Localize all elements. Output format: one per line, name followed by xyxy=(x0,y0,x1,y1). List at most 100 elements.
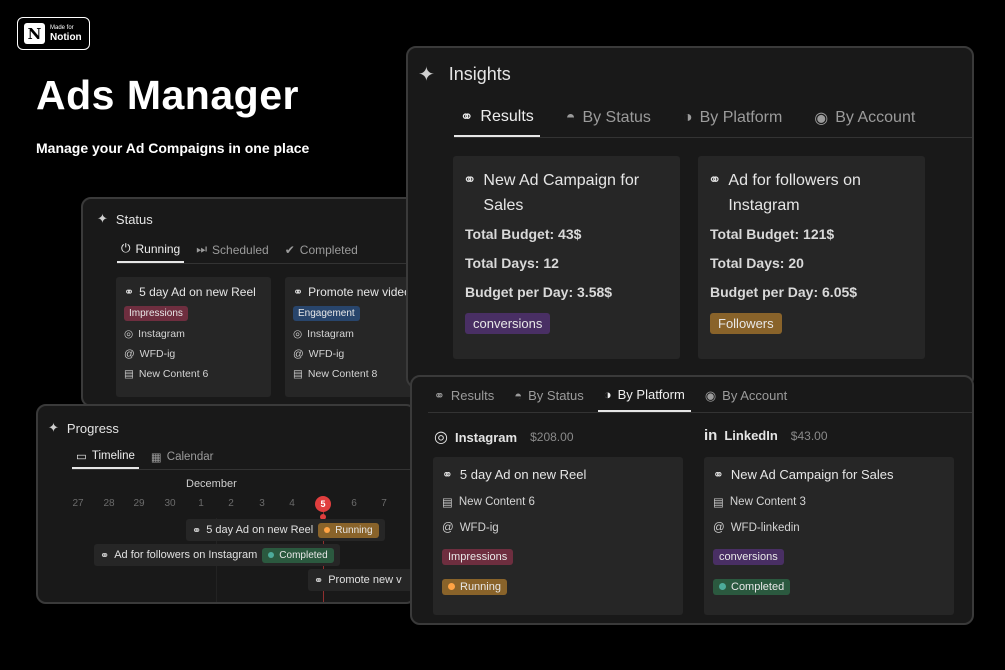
status-dot xyxy=(268,552,275,558)
content-label: New Content 6 xyxy=(458,496,535,508)
sparkle-icon: ✦ xyxy=(418,64,435,86)
status-dot xyxy=(448,583,455,590)
day-label: 30 xyxy=(164,498,176,509)
fast-forward-icon: ⏭ xyxy=(196,242,208,256)
platform-card[interactable]: ⚭ New Ad Campaign for Sales ▤ New Content … xyxy=(704,457,954,615)
tab-completed[interactable]: ✔ Completed xyxy=(281,236,362,263)
tab-by-status[interactable]: ◓ By Status xyxy=(560,98,657,137)
status-badge: Running xyxy=(318,522,379,538)
bar-title: Promote new v xyxy=(328,574,402,586)
tab-by-platform[interactable]: ◑ By Platform xyxy=(597,379,691,412)
platform-label: Instagram xyxy=(307,328,354,340)
timeline-bar[interactable]: ⚭ Promote new v xyxy=(308,569,414,591)
card-title: Ad for followers on Instagram xyxy=(728,172,861,214)
badge-line1: Made for xyxy=(50,24,74,31)
insight-card[interactable]: ⚭ Ad for followers on Instagram Total Bud… xyxy=(698,156,925,359)
status-card[interactable]: ⚭ 5 day Ad on new Reel Impressions ◎ Insta… xyxy=(116,277,271,397)
day-label: 2 xyxy=(228,498,234,509)
card-title: New Ad Campaign for Sales xyxy=(730,467,894,482)
day-label: 27 xyxy=(72,498,84,509)
instagram-icon: ◎ xyxy=(124,328,134,340)
status-title: Status xyxy=(115,211,153,227)
account-icon: ◉ xyxy=(814,109,829,127)
tab-label: By Account xyxy=(835,108,916,126)
tab-label: By Account xyxy=(722,388,788,403)
status-label: Running xyxy=(335,524,373,536)
content-label: New Content 8 xyxy=(307,368,378,380)
status-badge: Completed xyxy=(713,578,791,595)
group-name: LinkedIn xyxy=(724,428,778,443)
tab-by-account[interactable]: ◉ By Account xyxy=(699,379,793,412)
campaign-icon: ⚭ xyxy=(460,108,474,126)
page-title: Ads Manager xyxy=(36,72,299,118)
calendar-icon: ▦ xyxy=(150,451,162,464)
account-label: WFD-ig xyxy=(459,522,499,534)
day-label: 3 xyxy=(259,498,265,509)
timeline-bar[interactable]: ⚭ 5 day Ad on new Reel Running xyxy=(186,519,385,541)
day-label: 29 xyxy=(133,498,145,509)
content-label: New Content 3 xyxy=(729,496,806,508)
badge-line2: Notion xyxy=(50,31,82,43)
tab-label: Calendar xyxy=(166,450,214,463)
status-icon: ◓ xyxy=(514,388,523,403)
timeline-bar[interactable]: ⚭ Ad for followers on Instagram Complete… xyxy=(94,544,340,566)
made-for-notion-badge: N Made for Notion xyxy=(17,17,90,50)
day-label: 1 xyxy=(198,498,204,509)
tab-timeline[interactable]: ▭ Timeline xyxy=(72,444,139,469)
account-icon: ◉ xyxy=(704,387,717,403)
timeline-month: December xyxy=(186,478,237,490)
tab-label: Completed xyxy=(299,242,358,257)
tag-badge: Engagement xyxy=(293,306,360,321)
insight-card[interactable]: ⚭ New Ad Campaign for Sales Total Budget:… xyxy=(453,156,680,359)
insights-tabs: ⚭ Results ◓ By Status ◑ By Platform ◉ By… xyxy=(454,98,972,138)
tab-results[interactable]: ⚭ Results xyxy=(454,98,540,137)
tag-badge: Impressions xyxy=(124,306,188,321)
status-dot xyxy=(324,527,331,533)
tab-label: Scheduled xyxy=(212,242,269,257)
tab-results[interactable]: ⚭ Results xyxy=(428,379,500,412)
group-header-instagram[interactable]: ◎ Instagram $208.00 xyxy=(434,427,574,447)
group-amount: $208.00 xyxy=(530,430,574,444)
insights-panel: ✦ Insights ⚭ Results ◓ By Status ◑ By Pl… xyxy=(406,46,974,388)
campaign-icon: ⚭ xyxy=(314,574,324,587)
total-days: Total Days: 12 xyxy=(465,255,559,271)
tab-calendar[interactable]: ▦ Calendar xyxy=(147,444,218,469)
status-icon: ◓ xyxy=(565,108,576,126)
sparkle-icon: ✦ xyxy=(48,420,59,435)
status-panel: ✦ Status ⏻ Running ⏭ Scheduled ✔ Complet… xyxy=(81,197,441,407)
tab-by-platform[interactable]: ◑ By Platform xyxy=(677,98,788,137)
power-icon: ⏻ xyxy=(121,241,131,255)
instagram-icon: ◎ xyxy=(434,429,448,446)
tab-label: By Platform xyxy=(699,108,783,126)
total-days: Total Days: 20 xyxy=(710,255,804,271)
check-circle-icon: ✔ xyxy=(284,242,295,257)
platform-card[interactable]: ⚭ 5 day Ad on new Reel ▤ New Content 6 @ WF… xyxy=(433,457,683,615)
linkedin-icon: in xyxy=(704,427,718,444)
campaign-icon: ⚭ xyxy=(192,524,202,537)
platform-icon: ◑ xyxy=(682,108,693,126)
page-subtitle: Manage your Ad Compaigns in one place xyxy=(36,140,310,156)
tab-by-account[interactable]: ◉ By Account xyxy=(808,98,921,137)
progress-title: Progress xyxy=(66,420,119,436)
at-icon: @ xyxy=(293,348,304,360)
group-header-linkedin[interactable]: in LinkedIn $43.00 xyxy=(704,427,828,444)
status-dot xyxy=(719,583,726,590)
tab-running[interactable]: ⏻ Running xyxy=(117,236,185,263)
account-label: WFD-linkedin xyxy=(730,522,800,534)
tab-label: By Status xyxy=(528,388,584,403)
tab-scheduled[interactable]: ⏭ Scheduled xyxy=(192,236,273,263)
bar-title: Ad for followers on Instagram xyxy=(114,549,258,561)
status-badge: Completed xyxy=(262,547,334,563)
status-tabs: ⏻ Running ⏭ Scheduled ✔ Completed xyxy=(117,236,439,264)
campaign-icon: ⚭ xyxy=(100,549,110,562)
tab-label: Timeline xyxy=(91,449,135,462)
progress-panel: ✦ Progress ▭ Timeline ▦ Calendar Decembe… xyxy=(36,404,416,604)
day-label: 6 xyxy=(351,498,357,509)
content-icon: ▤ xyxy=(293,368,303,380)
bar-title: 5 day Ad on new Reel xyxy=(206,524,314,536)
platform-label: Instagram xyxy=(138,328,185,340)
platform-panel: ⚭ Results ◓ By Status ◑ By Platform ◉ By… xyxy=(410,375,974,625)
status-label: Running xyxy=(460,580,501,593)
campaign-icon: ⚭ xyxy=(124,285,135,299)
tab-by-status[interactable]: ◓ By Status xyxy=(508,379,590,412)
